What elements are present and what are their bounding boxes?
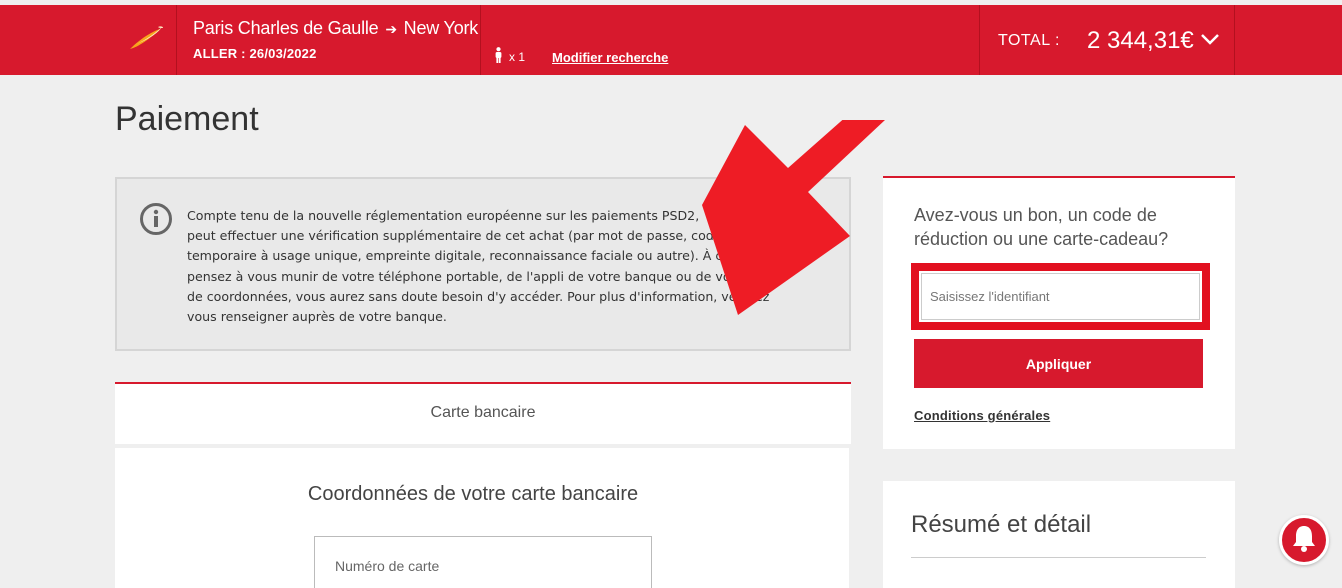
notification-button[interactable] — [1279, 515, 1329, 565]
modify-search-link[interactable]: Modifier recherche — [552, 50, 668, 65]
passenger-count: x 1 — [509, 49, 526, 64]
info-icon — [139, 202, 173, 241]
voucher-panel: Avez-vous un bon, un code de réduction o… — [883, 176, 1235, 449]
outbound-date: ALLER : 26/03/2022 — [193, 46, 317, 61]
chevron-down-icon — [1200, 32, 1220, 51]
summary-title: Résumé et détail — [911, 511, 1092, 538]
arrow-annotation-icon — [690, 100, 890, 325]
divider — [115, 444, 851, 448]
page-title: Paiement — [115, 100, 259, 138]
total-label: TOTAL : — [998, 32, 1060, 49]
terms-link[interactable]: Conditions générales — [914, 408, 1050, 423]
card-details-heading: Coordonnées de votre carte bancaire — [307, 483, 639, 505]
route-arrow-icon: ➔ — [385, 21, 397, 37]
total-amount: 2 344,31€ — [1087, 27, 1194, 54]
logo-cell[interactable] — [115, 5, 177, 75]
passenger-cell: x 1 — [480, 5, 525, 75]
top-bar: Paris Charles de Gaulle ➔ New York ALLER… — [0, 5, 1342, 75]
voucher-input-highlight — [911, 263, 1210, 330]
bell-icon — [1291, 524, 1317, 557]
route-from: Paris Charles de Gaulle — [193, 18, 379, 38]
person-icon — [494, 47, 503, 66]
route-to: New York — [403, 18, 479, 38]
card-payment-panel: Carte bancaire Coordonnées de votre cart… — [115, 382, 851, 588]
tab-carte-bancaire[interactable]: Carte bancaire — [115, 404, 851, 422]
voucher-code-input[interactable] — [921, 273, 1200, 320]
summary-panel: Résumé et détail — [883, 481, 1235, 588]
apply-button[interactable]: Appliquer — [914, 339, 1203, 388]
divider — [911, 557, 1206, 558]
total-price-toggle[interactable]: TOTAL : 2 344,31€ — [979, 5, 1235, 75]
divider — [849, 448, 851, 588]
route-title: Paris Charles de Gaulle ➔ New York — [193, 18, 478, 39]
airline-logo-icon — [128, 25, 164, 56]
card-number-input[interactable] — [314, 536, 652, 588]
voucher-question: Avez-vous un bon, un code de réduction o… — [914, 205, 1169, 249]
